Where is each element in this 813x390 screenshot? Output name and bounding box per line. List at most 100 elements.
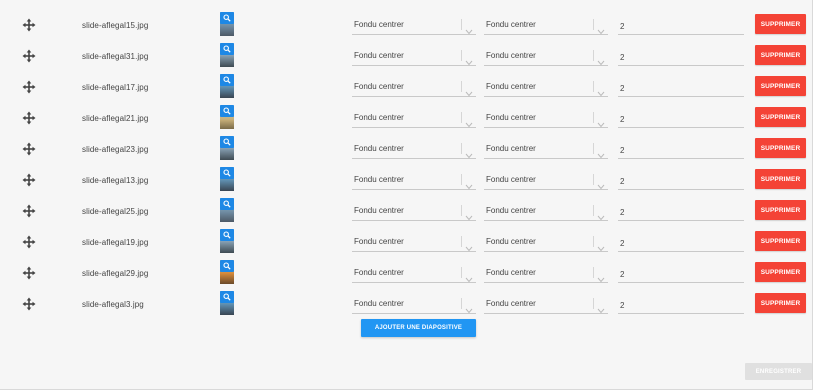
- save-button[interactable]: ENREGISTRER: [745, 363, 812, 380]
- transition-out-select[interactable]: Fondu centrer: [484, 171, 608, 190]
- chevron-down-icon[interactable]: [465, 208, 473, 226]
- transition-in-select[interactable]: Fondu centrer: [352, 202, 476, 221]
- slide-filename: slide-aflegal13.jpg: [82, 176, 149, 185]
- search-icon[interactable]: [220, 229, 234, 241]
- transition-in-select[interactable]: Fondu centrer: [352, 16, 476, 35]
- transition-out-value: Fondu centrer: [486, 175, 536, 184]
- transition-in-select[interactable]: Fondu centrer: [352, 295, 476, 314]
- delete-slide-button[interactable]: SUPPRIMER: [755, 76, 806, 96]
- transition-out-select[interactable]: Fondu centrer: [484, 78, 608, 97]
- chevron-down-icon[interactable]: [465, 84, 473, 102]
- chevron-down-icon[interactable]: [465, 177, 473, 195]
- duration-input[interactable]: [618, 297, 744, 310]
- chevron-down-icon[interactable]: [465, 270, 473, 288]
- transition-in-select[interactable]: Fondu centrer: [352, 171, 476, 190]
- duration-input[interactable]: [618, 49, 744, 62]
- search-icon[interactable]: [220, 74, 234, 86]
- slide-filename: slide-aflegal25.jpg: [82, 207, 149, 216]
- duration-field[interactable]: [618, 202, 744, 221]
- duration-field[interactable]: [618, 295, 744, 314]
- chevron-down-icon[interactable]: [465, 146, 473, 164]
- chevron-down-icon[interactable]: [597, 53, 605, 71]
- delete-slide-button[interactable]: SUPPRIMER: [755, 262, 806, 282]
- delete-slide-button[interactable]: SUPPRIMER: [755, 231, 806, 251]
- move-arrows-icon[interactable]: [22, 142, 36, 156]
- move-arrows-icon[interactable]: [22, 297, 36, 311]
- delete-slide-button[interactable]: SUPPRIMER: [755, 107, 806, 127]
- chevron-down-icon[interactable]: [597, 208, 605, 226]
- transition-in-select[interactable]: Fondu centrer: [352, 264, 476, 283]
- chevron-down-icon[interactable]: [597, 146, 605, 164]
- chevron-down-icon[interactable]: [597, 177, 605, 195]
- select-divider: [461, 81, 462, 92]
- delete-slide-button[interactable]: SUPPRIMER: [755, 14, 806, 34]
- transition-in-select[interactable]: Fondu centrer: [352, 140, 476, 159]
- select-divider: [461, 174, 462, 185]
- slide-row: slide-aflegal23.jpg Fondu centrer Fondu …: [0, 136, 813, 167]
- move-arrows-icon[interactable]: [22, 49, 36, 63]
- duration-input[interactable]: [618, 18, 744, 31]
- move-arrows-icon[interactable]: [22, 173, 36, 187]
- delete-slide-button[interactable]: SUPPRIMER: [755, 293, 806, 313]
- transition-in-select[interactable]: Fondu centrer: [352, 78, 476, 97]
- slide-row: slide-aflegal25.jpg Fondu centrer Fondu …: [0, 198, 813, 229]
- duration-field[interactable]: [618, 109, 744, 128]
- move-arrows-icon[interactable]: [22, 266, 36, 280]
- duration-field[interactable]: [618, 140, 744, 159]
- delete-slide-button[interactable]: SUPPRIMER: [755, 169, 806, 189]
- duration-input[interactable]: [618, 173, 744, 186]
- chevron-down-icon[interactable]: [465, 115, 473, 133]
- duration-field[interactable]: [618, 171, 744, 190]
- duration-field[interactable]: [618, 233, 744, 252]
- chevron-down-icon[interactable]: [597, 239, 605, 257]
- transition-out-select[interactable]: Fondu centrer: [484, 16, 608, 35]
- delete-slide-button[interactable]: SUPPRIMER: [755, 138, 806, 158]
- search-icon[interactable]: [220, 43, 234, 55]
- search-icon[interactable]: [220, 12, 234, 24]
- transition-in-select[interactable]: Fondu centrer: [352, 233, 476, 252]
- chevron-down-icon[interactable]: [597, 270, 605, 288]
- duration-input[interactable]: [618, 111, 744, 124]
- transition-out-select[interactable]: Fondu centrer: [484, 47, 608, 66]
- search-icon[interactable]: [220, 291, 234, 303]
- search-icon[interactable]: [220, 260, 234, 272]
- chevron-down-icon[interactable]: [597, 115, 605, 133]
- chevron-down-icon[interactable]: [597, 84, 605, 102]
- duration-input[interactable]: [618, 142, 744, 155]
- search-icon[interactable]: [220, 105, 234, 117]
- transition-out-select[interactable]: Fondu centrer: [484, 202, 608, 221]
- duration-input[interactable]: [618, 266, 744, 279]
- search-icon[interactable]: [220, 167, 234, 179]
- duration-input[interactable]: [618, 235, 744, 248]
- transition-out-select[interactable]: Fondu centrer: [484, 233, 608, 252]
- duration-field[interactable]: [618, 264, 744, 283]
- delete-slide-button[interactable]: SUPPRIMER: [755, 45, 806, 65]
- add-slide-button[interactable]: AJOUTER UNE DIAPOSITIVE: [361, 319, 476, 337]
- move-arrows-icon[interactable]: [22, 235, 36, 249]
- chevron-down-icon[interactable]: [465, 53, 473, 71]
- chevron-down-icon[interactable]: [465, 22, 473, 40]
- transition-out-select[interactable]: Fondu centrer: [484, 264, 608, 283]
- chevron-down-icon[interactable]: [597, 22, 605, 40]
- duration-input[interactable]: [618, 204, 744, 217]
- duration-field[interactable]: [618, 47, 744, 66]
- transition-in-select[interactable]: Fondu centrer: [352, 47, 476, 66]
- transition-in-select[interactable]: Fondu centrer: [352, 109, 476, 128]
- transition-out-select[interactable]: Fondu centrer: [484, 140, 608, 159]
- move-arrows-icon[interactable]: [22, 18, 36, 32]
- chevron-down-icon[interactable]: [465, 239, 473, 257]
- search-icon[interactable]: [220, 198, 234, 210]
- search-icon[interactable]: [220, 136, 234, 148]
- slide-row: slide-aflegal29.jpg Fondu centrer Fondu …: [0, 260, 813, 291]
- duration-field[interactable]: [618, 16, 744, 35]
- move-arrows-icon[interactable]: [22, 204, 36, 218]
- delete-slide-button[interactable]: SUPPRIMER: [755, 200, 806, 220]
- chevron-down-icon[interactable]: [465, 301, 473, 319]
- transition-out-select[interactable]: Fondu centrer: [484, 109, 608, 128]
- move-arrows-icon[interactable]: [22, 80, 36, 94]
- move-arrows-icon[interactable]: [22, 111, 36, 125]
- transition-out-select[interactable]: Fondu centrer: [484, 295, 608, 314]
- duration-field[interactable]: [618, 78, 744, 97]
- duration-input[interactable]: [618, 80, 744, 93]
- chevron-down-icon[interactable]: [597, 301, 605, 319]
